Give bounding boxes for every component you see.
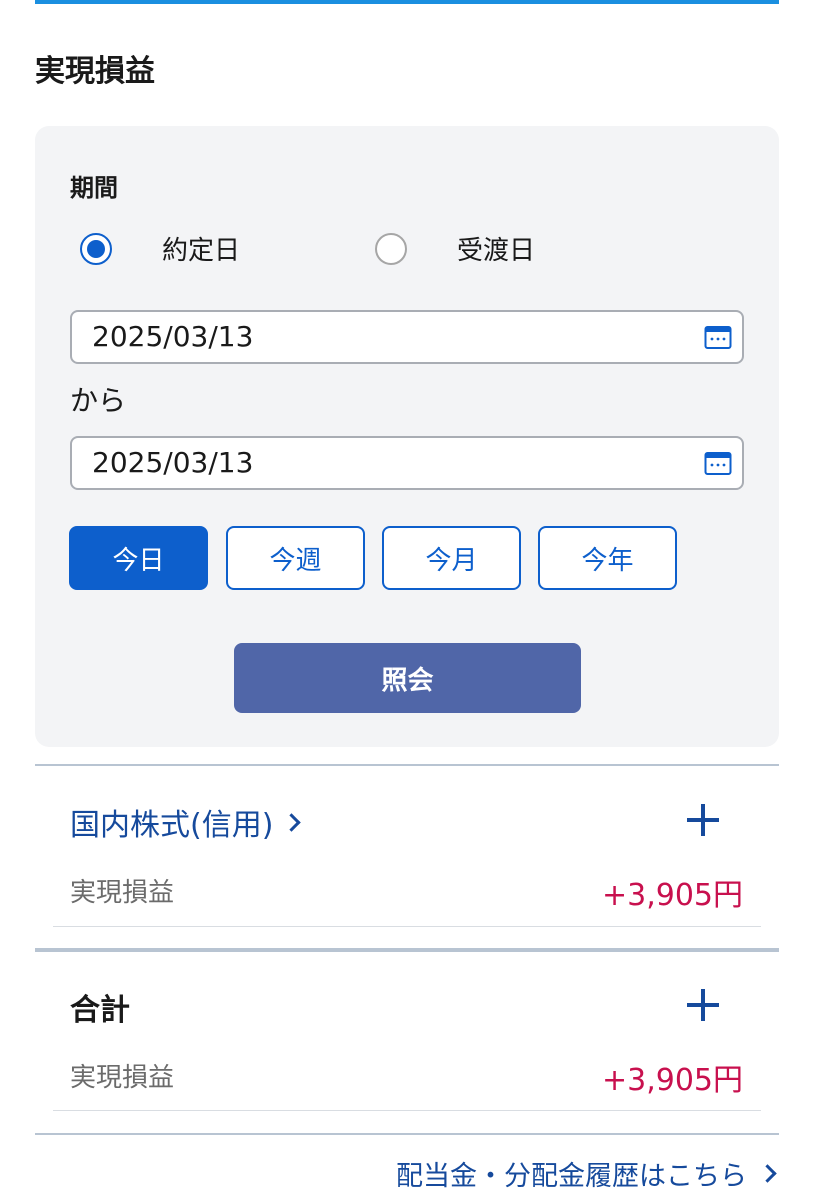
- calendar-icon[interactable]: [704, 450, 732, 476]
- domestic-margin-title: 国内株式(信用): [70, 808, 274, 843]
- this-year-button[interactable]: 今年: [538, 526, 677, 590]
- expand-plus-icon[interactable]: [687, 989, 719, 1021]
- from-to-connector: から: [70, 384, 127, 417]
- this-month-button[interactable]: 今月: [382, 526, 521, 590]
- filter-panel: 期間 約定日 受渡日 2025/03/13 から 2025/03/13 今日 今…: [35, 126, 779, 747]
- radio-unselected-icon[interactable]: [375, 232, 407, 265]
- section-divider: [35, 1133, 779, 1135]
- date-to-value: 2025/03/13: [92, 446, 254, 479]
- total-pl-value: +3,905円: [601, 1063, 743, 1098]
- period-label: 期間: [70, 174, 118, 202]
- date-from-field[interactable]: 2025/03/13: [70, 310, 744, 364]
- radio-delivery-label: 受渡日: [457, 236, 536, 266]
- expand-plus-icon[interactable]: [687, 804, 719, 836]
- realized-pl-label: 実現損益: [70, 878, 175, 908]
- chevron-right-icon: [282, 812, 302, 832]
- total-heading: 合計: [70, 993, 130, 1028]
- realized-pl-value: +3,905円: [601, 878, 743, 913]
- row-divider: [53, 926, 761, 927]
- dividend-history-link[interactable]: 配当金・分配金履歴はこちら: [396, 1154, 777, 1193]
- section-divider: [35, 948, 779, 952]
- radio-selected-icon[interactable]: [80, 232, 112, 265]
- radio-delivery-date[interactable]: 受渡日: [375, 230, 535, 267]
- top-accent-bar: [35, 0, 779, 4]
- row-divider: [53, 1110, 761, 1111]
- chevron-right-icon: [758, 1164, 777, 1183]
- domestic-margin-link[interactable]: 国内株式(信用): [70, 800, 302, 844]
- date-from-value: 2025/03/13: [92, 320, 254, 353]
- radio-contract-date[interactable]: 約定日: [80, 230, 240, 267]
- radio-contract-label: 約定日: [162, 236, 241, 266]
- today-button[interactable]: 今日: [69, 526, 208, 590]
- calendar-icon[interactable]: [704, 324, 732, 350]
- page-title: 実現損益: [35, 54, 155, 89]
- date-to-field[interactable]: 2025/03/13: [70, 436, 744, 490]
- dividend-history-label: 配当金・分配金履歴はこちら: [396, 1161, 747, 1192]
- section-divider: [35, 764, 779, 766]
- total-pl-label: 実現損益: [70, 1063, 175, 1093]
- query-button[interactable]: 照会: [234, 643, 581, 713]
- this-week-button[interactable]: 今週: [226, 526, 365, 590]
